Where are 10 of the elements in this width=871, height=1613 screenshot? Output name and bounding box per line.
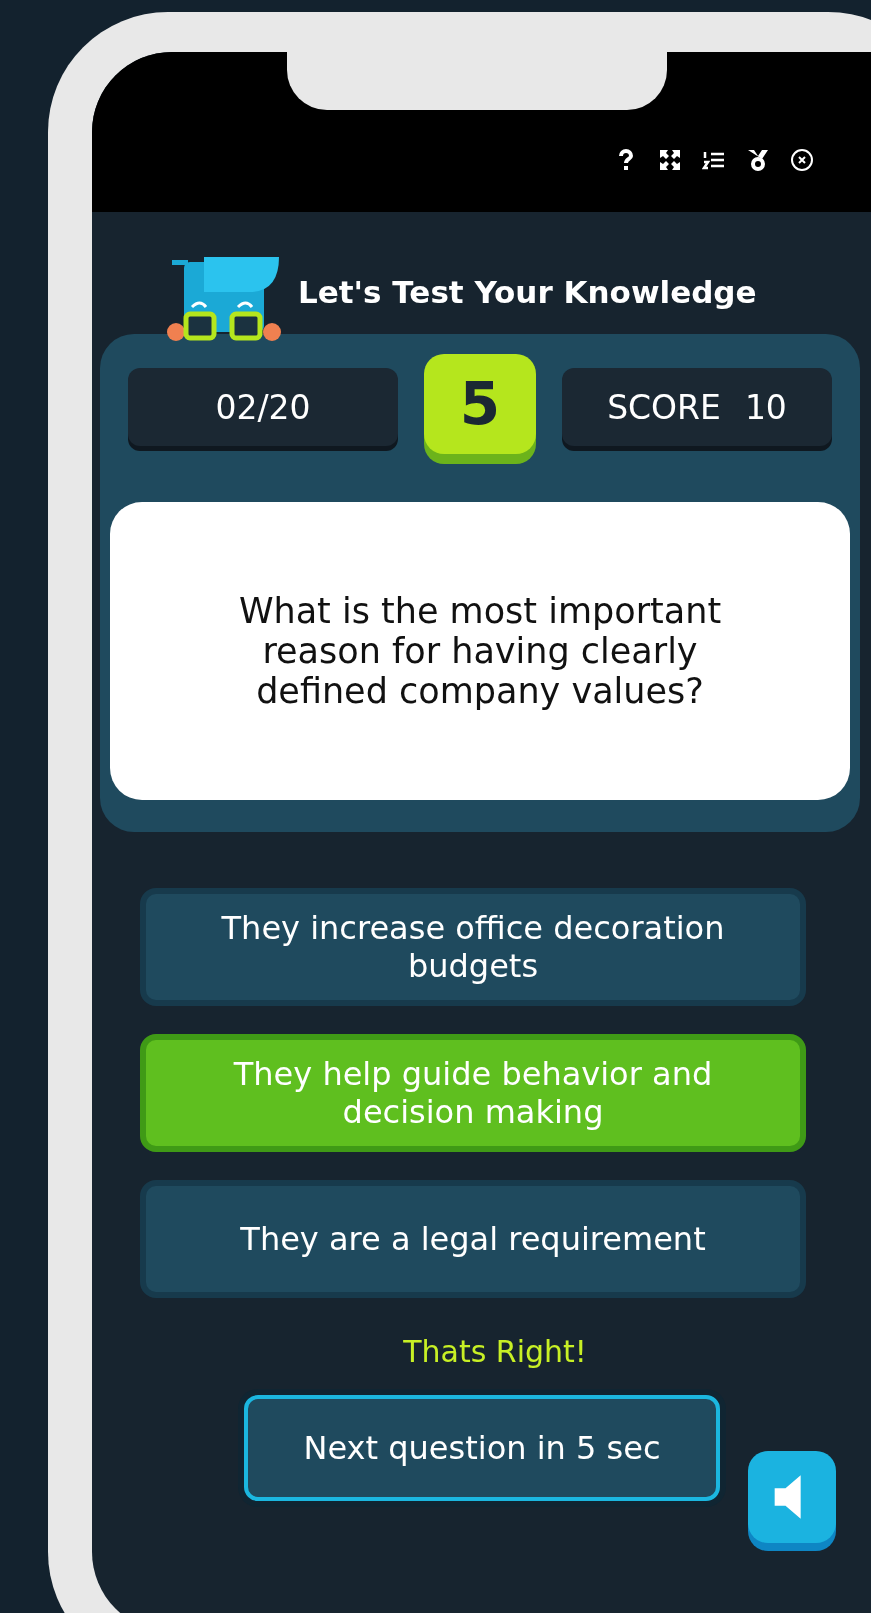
medal-icon[interactable]: [746, 148, 770, 172]
score-value: 10: [744, 387, 787, 427]
feedback-message: Thats Right!: [402, 1334, 588, 1369]
answer-option[interactable]: They are a legal requirement: [140, 1180, 806, 1298]
question-text: What is the most important reason for having clearly defined company values?: [110, 502, 850, 800]
quiz-title: Let's Test Your Knowledge: [298, 274, 757, 310]
fullscreen-icon[interactable]: [658, 148, 682, 172]
close-icon[interactable]: [790, 148, 814, 172]
score-label: SCORE: [607, 387, 721, 427]
answer-option[interactable]: They increase office decoration budgets: [140, 888, 806, 1006]
